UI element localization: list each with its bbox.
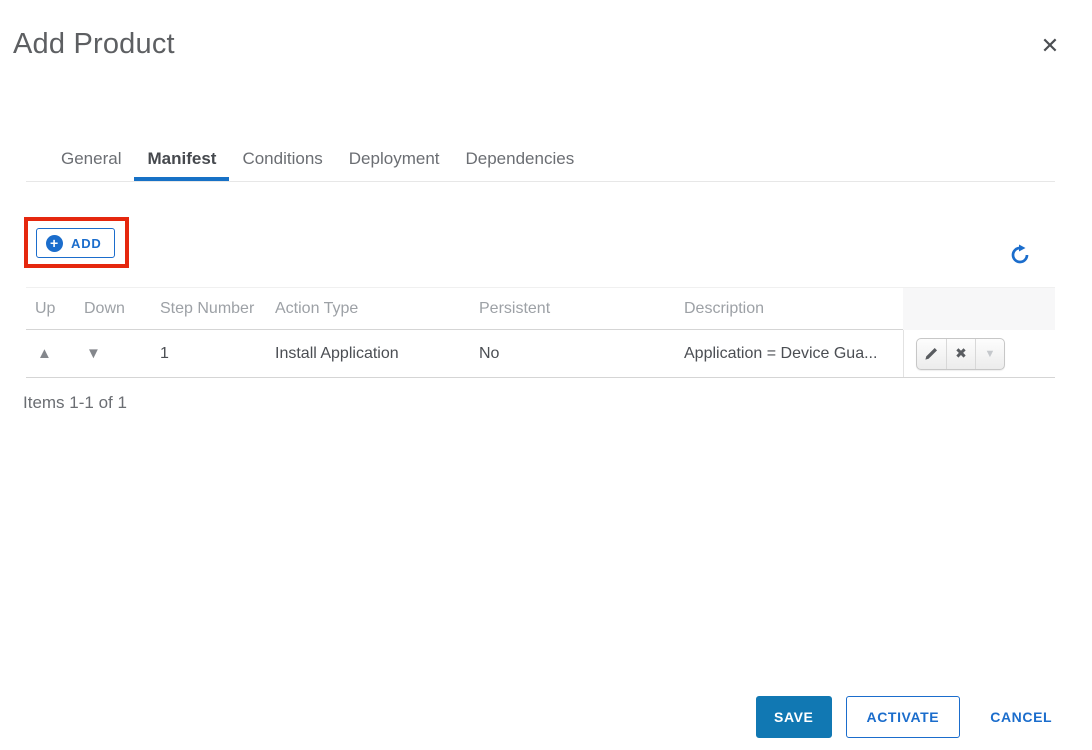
plus-circle-icon: + [46,234,63,252]
tab-conditions[interactable]: Conditions [229,140,335,181]
col-header-action-type: Action Type [266,288,470,330]
footer-actions: SAVE ACTIVATE CANCEL [756,696,1052,738]
close-icon[interactable]: ✕ [1036,32,1064,60]
col-header-step-number: Step Number [151,288,266,330]
activate-button[interactable]: ACTIVATE [845,696,961,738]
pagination-status: Items 1-1 of 1 [23,393,127,412]
col-header-up: Up [26,288,75,330]
table-row: ▲ ▼ 1 Install Application No Application… [26,330,1055,378]
row-action-group: ✖ ▼ [916,337,1005,370]
cell-description: Application = Device Gua... [684,344,878,362]
manifest-table: Up Down Step Number Action Type Persiste… [26,287,1055,378]
expand-caret-icon[interactable]: ▼ [975,338,1004,369]
cell-step-number: 1 [160,344,169,362]
col-header-description: Description [675,288,903,330]
add-button[interactable]: + ADD [36,228,115,258]
tab-manifest[interactable]: Manifest [134,140,229,181]
save-button[interactable]: SAVE [756,696,832,738]
cancel-button[interactable]: CANCEL [990,696,1052,738]
col-header-actions [903,288,1055,330]
tab-deployment[interactable]: Deployment [336,140,453,181]
page-title: Add Product [13,28,175,60]
refresh-icon[interactable] [1008,244,1032,268]
table-header-row: Up Down Step Number Action Type Persiste… [26,287,1055,330]
edit-pencil-icon[interactable] [917,339,946,369]
cell-persistent: No [479,344,500,362]
cell-row-actions: ✖ ▼ [903,330,1055,377]
cell-action-type: Install Application [275,344,399,362]
col-header-down: Down [75,288,151,330]
tab-general[interactable]: General [48,140,134,181]
tab-dependencies[interactable]: Dependencies [453,140,588,181]
add-product-dialog: Add Product ✕ General Manifest Condition… [0,0,1092,750]
delete-x-icon[interactable]: ✖ [946,338,975,369]
tab-bar: General Manifest Conditions Deployment D… [26,140,1055,182]
move-up-icon[interactable]: ▲ [35,345,52,362]
move-down-icon[interactable]: ▼ [84,345,101,362]
add-button-label: ADD [71,235,102,251]
col-header-persistent: Persistent [470,288,675,330]
